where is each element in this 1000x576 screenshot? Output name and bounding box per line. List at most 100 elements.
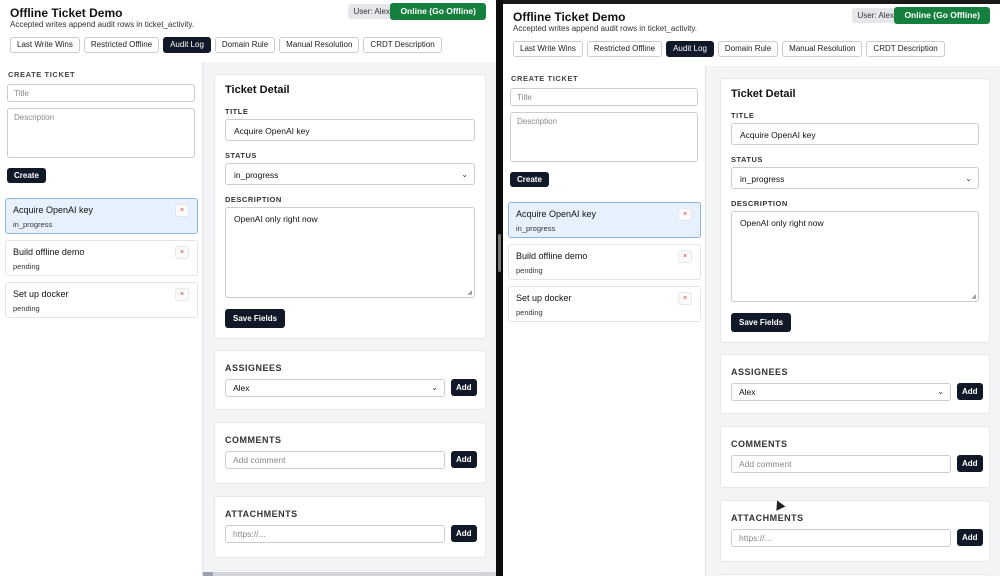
ticket-title: Set up docker bbox=[13, 289, 69, 299]
add-comment-button[interactable]: Add bbox=[957, 455, 983, 472]
detail-heading: Ticket Detail bbox=[225, 84, 290, 96]
attachments-card: ATTACHMENTS https://... Add bbox=[720, 500, 990, 562]
tab-domain-rule[interactable]: Domain Rule bbox=[717, 41, 779, 57]
add-comment-button[interactable]: Add bbox=[451, 451, 477, 468]
tab-last-write-wins[interactable]: Last Write Wins bbox=[513, 41, 583, 57]
close-icon: × bbox=[179, 249, 185, 256]
ticket-status: pending bbox=[13, 262, 40, 271]
ticket-list-item[interactable]: Set up docker pending × bbox=[5, 282, 198, 318]
ticket-list-item[interactable]: Acquire OpenAI key in_progress × bbox=[508, 202, 701, 238]
tab-crdt-description[interactable]: CRDT Description bbox=[866, 41, 945, 57]
tab-last-write-wins[interactable]: Last Write Wins bbox=[10, 37, 80, 53]
tab-manual-resolution[interactable]: Manual Resolution bbox=[279, 37, 360, 53]
pane-resize-handle[interactable] bbox=[498, 234, 501, 272]
comment-input[interactable]: Add comment bbox=[225, 451, 445, 469]
tab-manual-resolution[interactable]: Manual Resolution bbox=[782, 41, 863, 57]
description-field[interactable]: OpenAI only right now ◢ bbox=[225, 207, 475, 298]
comment-input[interactable]: Add comment bbox=[731, 455, 951, 473]
app-subtitle: Accepted writes append audit rows in tic… bbox=[513, 24, 697, 33]
description-value: OpenAI only right now bbox=[740, 218, 824, 228]
attachments-heading: ATTACHMENTS bbox=[731, 513, 804, 523]
scrollbar-thumb[interactable] bbox=[203, 572, 213, 576]
chevron-down-icon: ⌄ bbox=[937, 387, 944, 396]
resize-grip-icon[interactable]: ◢ bbox=[971, 293, 976, 300]
attachment-url-input[interactable]: https://... bbox=[731, 529, 951, 547]
delete-ticket-button[interactable]: × bbox=[175, 288, 189, 301]
user-badge: User: Alex bbox=[851, 8, 900, 23]
new-ticket-title-input[interactable]: Title bbox=[510, 88, 698, 106]
title-label: TITLE bbox=[731, 111, 755, 120]
tab-restricted-offline[interactable]: Restricted Offline bbox=[83, 37, 160, 53]
save-fields-button[interactable]: Save Fields bbox=[225, 309, 286, 328]
title-field[interactable]: Acquire OpenAI key bbox=[225, 119, 475, 141]
add-attachment-button[interactable]: Add bbox=[957, 529, 983, 546]
ticket-status: pending bbox=[516, 308, 543, 317]
go-offline-button[interactable]: Online (Go Offline) bbox=[390, 3, 486, 20]
delete-ticket-button[interactable]: × bbox=[678, 292, 692, 305]
ticket-status: pending bbox=[516, 266, 543, 275]
delete-ticket-button[interactable]: × bbox=[175, 246, 189, 259]
horizontal-scrollbar[interactable] bbox=[203, 572, 496, 576]
comments-card: COMMENTS Add comment Add bbox=[214, 422, 486, 484]
title-field[interactable]: Acquire OpenAI key bbox=[731, 123, 979, 145]
delete-ticket-button[interactable]: × bbox=[678, 208, 692, 221]
comments-heading: COMMENTS bbox=[731, 439, 788, 449]
close-icon: × bbox=[179, 207, 185, 214]
attachments-card: ATTACHMENTS https://... Add bbox=[214, 496, 486, 558]
description-label: DESCRIPTION bbox=[225, 195, 282, 204]
assignees-heading: ASSIGNEES bbox=[731, 367, 789, 377]
client-window-right: Offline Ticket Demo Accepted writes appe… bbox=[503, 4, 1000, 576]
save-fields-button[interactable]: Save Fields bbox=[731, 313, 792, 332]
tab-audit-log[interactable]: Audit Log bbox=[163, 37, 211, 53]
app-title: Offline Ticket Demo bbox=[10, 6, 123, 20]
close-icon: × bbox=[682, 211, 688, 218]
tab-domain-rule[interactable]: Domain Rule bbox=[214, 37, 276, 53]
assignee-select[interactable]: Alex ⌄ bbox=[731, 383, 951, 401]
status-select[interactable]: in_progress ⌄ bbox=[225, 163, 475, 185]
status-select[interactable]: in_progress ⌄ bbox=[731, 167, 979, 189]
tab-audit-log[interactable]: Audit Log bbox=[666, 41, 714, 57]
title-label: TITLE bbox=[225, 107, 249, 116]
delete-ticket-button[interactable]: × bbox=[678, 250, 692, 263]
go-offline-button[interactable]: Online (Go Offline) bbox=[894, 7, 990, 24]
pane-divider bbox=[496, 0, 503, 576]
ticket-detail-panel: Ticket Detail TITLE Acquire OpenAI key S… bbox=[709, 66, 1000, 576]
assignee-value: Alex bbox=[739, 387, 756, 397]
delete-ticket-button[interactable]: × bbox=[175, 204, 189, 217]
add-assignee-button[interactable]: Add bbox=[957, 383, 983, 400]
user-badge: User: Alex bbox=[347, 4, 396, 19]
ticket-status: in_progress bbox=[516, 224, 556, 233]
comments-heading: COMMENTS bbox=[225, 435, 282, 445]
ticket-title: Set up docker bbox=[516, 293, 572, 303]
create-ticket-button[interactable]: Create bbox=[7, 168, 46, 183]
ticket-list-item[interactable]: Build offline demo pending × bbox=[508, 244, 701, 280]
resize-grip-icon[interactable]: ◢ bbox=[467, 289, 472, 296]
mode-tabs: Last Write Wins Restricted Offline Audit… bbox=[10, 37, 442, 53]
create-ticket-button[interactable]: Create bbox=[510, 172, 549, 187]
new-ticket-description-input[interactable]: Description bbox=[510, 112, 698, 162]
ticket-detail-panel: Ticket Detail TITLE Acquire OpenAI key S… bbox=[203, 62, 496, 576]
description-value: OpenAI only right now bbox=[234, 214, 318, 224]
tab-restricted-offline[interactable]: Restricted Offline bbox=[586, 41, 663, 57]
ticket-status: in_progress bbox=[13, 220, 53, 229]
assignee-select[interactable]: Alex ⌄ bbox=[225, 379, 445, 397]
close-icon: × bbox=[682, 253, 688, 260]
description-field[interactable]: OpenAI only right now ◢ bbox=[731, 211, 979, 302]
assignees-card: ASSIGNEES Alex ⌄ Add bbox=[720, 354, 990, 414]
add-assignee-button[interactable]: Add bbox=[451, 379, 477, 396]
add-attachment-button[interactable]: Add bbox=[451, 525, 477, 542]
close-icon: × bbox=[682, 295, 688, 302]
attachment-url-input[interactable]: https://... bbox=[225, 525, 445, 543]
mode-tabs: Last Write Wins Restricted Offline Audit… bbox=[513, 41, 945, 57]
new-ticket-title-input[interactable]: Title bbox=[7, 84, 195, 102]
ticket-title: Build offline demo bbox=[516, 251, 588, 261]
ticket-list-item[interactable]: Acquire OpenAI key in_progress × bbox=[5, 198, 198, 234]
app-subtitle: Accepted writes append audit rows in tic… bbox=[10, 20, 194, 29]
ticket-list-item[interactable]: Build offline demo pending × bbox=[5, 240, 198, 276]
ticket-title: Acquire OpenAI key bbox=[13, 205, 94, 215]
status-value: in_progress bbox=[740, 174, 785, 184]
ticket-list-item[interactable]: Set up docker pending × bbox=[508, 286, 701, 322]
tab-crdt-description[interactable]: CRDT Description bbox=[363, 37, 442, 53]
new-ticket-description-input[interactable]: Description bbox=[7, 108, 195, 158]
detail-heading: Ticket Detail bbox=[731, 88, 796, 100]
